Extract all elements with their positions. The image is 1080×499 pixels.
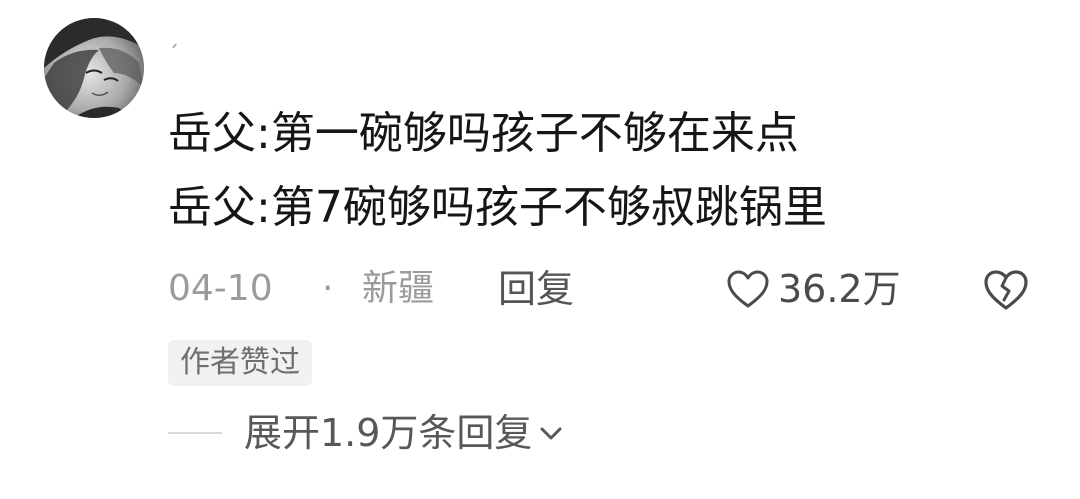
replies-divider: [168, 432, 222, 434]
like-button[interactable]: 36.2万: [726, 264, 901, 314]
comment-location: 新疆: [362, 268, 435, 309]
chevron-down-icon: [540, 427, 562, 440]
avatar-image: [44, 18, 144, 118]
broken-heart-icon: [984, 270, 1028, 310]
comment-date: 04-10: [168, 268, 273, 309]
meta-separator: ·: [322, 268, 334, 309]
heart-outline-icon: [727, 270, 769, 308]
author-liked-badge: 作者赞过: [168, 340, 312, 386]
comment-text-line-2: 岳父:第7碗够吗孩子不够叔跳锅里: [168, 182, 827, 233]
username[interactable]: ˊ: [168, 44, 179, 68]
expand-replies-label: 展开1.9万条回复: [244, 411, 533, 455]
reply-button[interactable]: 回复: [498, 266, 574, 312]
dislike-button[interactable]: [982, 268, 1030, 312]
like-count: 36.2万: [778, 267, 901, 311]
expand-replies-button[interactable]: 展开1.9万条回复: [244, 408, 564, 458]
user-avatar[interactable]: [44, 18, 144, 118]
comment-text-line-1: 岳父:第一碗够吗孩子不够在来点: [168, 108, 799, 159]
